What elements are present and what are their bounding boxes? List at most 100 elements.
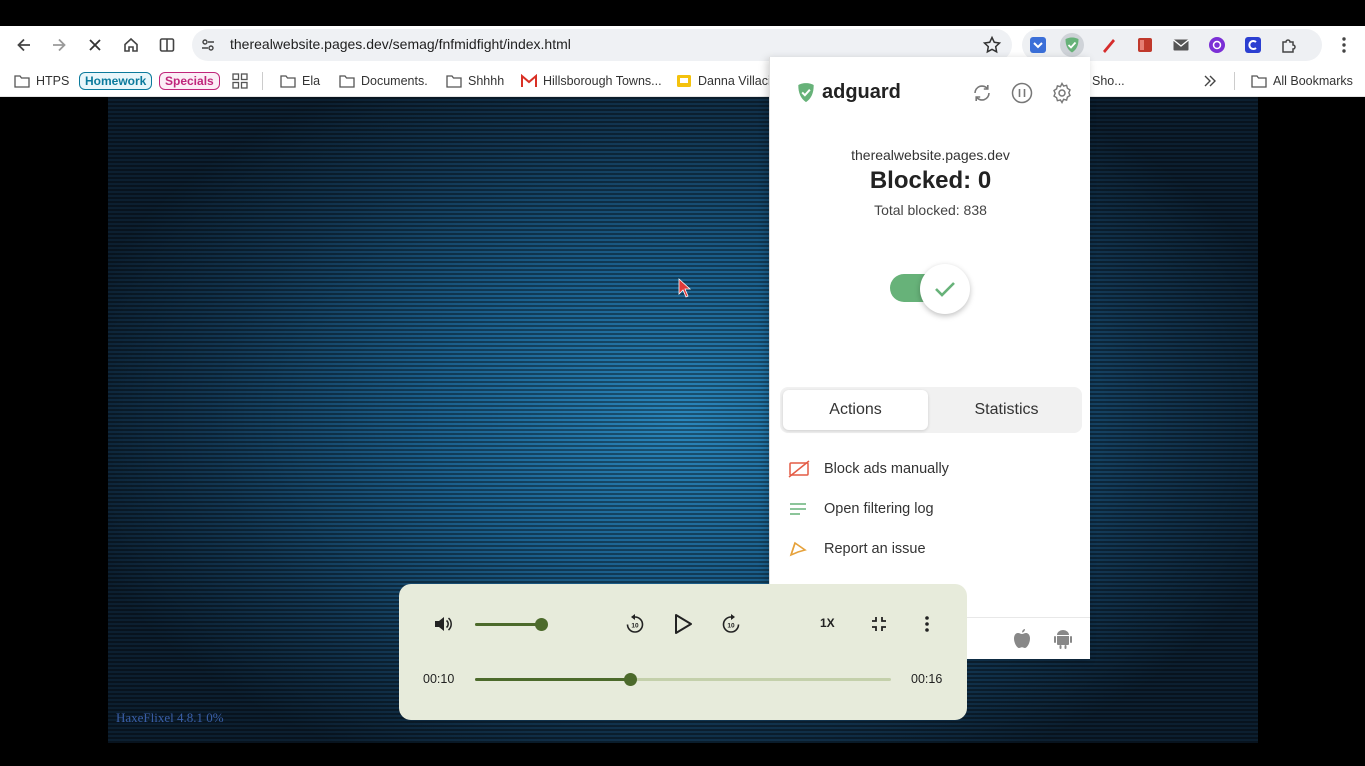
side-panel-icon [159,38,175,52]
gear-icon [1053,82,1071,104]
side-panel-button[interactable] [151,29,183,61]
kebab-menu-icon [925,616,929,632]
list-icon [790,503,806,515]
bookmark-specials[interactable]: Specials [159,71,220,91]
back-button[interactable] [8,29,40,61]
bookmark-label: Homework [79,72,153,90]
bookmark-label: Shhhh [468,74,505,88]
bookmark-label: Specials [159,72,220,90]
exit-fullscreen-button[interactable] [865,610,893,638]
apple-icon[interactable] [1012,628,1032,650]
mute-button[interactable] [429,610,457,638]
report-icon [789,541,807,557]
block-ad-icon [788,460,810,478]
adguard-popup: adguard therealwebsite.pages.dev Blocked… [769,57,1090,659]
forward-10-button[interactable]: 10 [717,610,745,638]
tab-actions[interactable]: Actions [783,390,928,430]
close-icon [89,39,101,51]
checkmark-icon [935,282,955,297]
pause-icon [1011,82,1033,104]
volume-fill [475,623,541,626]
action-label: Report an issue [824,541,926,557]
kebab-menu-icon [1342,37,1346,53]
settings-button[interactable] [1050,81,1074,105]
bookmark-label: Documents. [361,74,428,88]
forward-10-icon: 10 [722,614,740,633]
pocket-icon [1030,37,1046,53]
volume-icon [435,617,452,631]
purple-circle-icon [1209,37,1225,53]
bookmark-shhhh[interactable]: Shhhh [446,71,504,91]
bookmark-star-icon[interactable] [982,35,1002,55]
url-text[interactable]: therealwebsite.pages.dev/semag/fnfmidfig… [230,36,571,52]
tab-statistics[interactable]: Statistics [934,390,1079,430]
media-controls: 10 10 1X 00:10 00:16 [399,584,967,720]
play-icon [675,614,692,634]
ext-book[interactable] [1133,33,1157,57]
rewind-10-button[interactable]: 10 [621,610,649,638]
ext-purple[interactable] [1205,33,1229,57]
open-filtering-log-item[interactable]: Open filtering log [788,497,934,521]
folder-icon [446,75,462,88]
svg-text:10: 10 [631,623,639,630]
block-ads-manually-item[interactable]: Block ads manually [788,457,949,481]
seek-thumb[interactable] [624,673,637,686]
refresh-button[interactable] [970,81,994,105]
more-options-button[interactable] [913,610,941,638]
browser-toolbar: therealwebsite.pages.dev/semag/fnfmidfig… [0,26,1365,64]
apps-button[interactable] [232,71,254,91]
bookmark-label: HTPS [36,74,70,88]
android-icon[interactable] [1052,628,1074,650]
pen-icon [1103,39,1115,53]
seek-progress [475,678,630,681]
report-issue-item[interactable]: Report an issue [788,537,926,561]
puzzle-icon [1282,39,1296,53]
browser-menu-button[interactable] [1328,29,1360,61]
bookmark-htps[interactable]: HTPS [14,71,69,91]
bookmarks-overflow-button[interactable] [1204,71,1222,91]
apps-grid-icon [232,73,248,89]
window-top-bar [0,0,1365,26]
bookmark-hillsborough[interactable]: Hillsborough Towns... [521,71,662,91]
playback-speed-button[interactable]: 1X [820,616,835,630]
bookmark-danna[interactable]: Danna Villaci [676,71,771,91]
classroom-icon [677,75,691,87]
protection-toggle-knob[interactable] [920,264,970,314]
ext-mail[interactable] [1169,33,1193,57]
home-icon [124,37,138,52]
bookmark-label: Ela [302,74,321,88]
adguard-brand: adguard [822,81,901,103]
site-domain: therealwebsite.pages.dev [851,147,1010,163]
all-bookmarks-button[interactable]: All Bookmarks [1251,71,1353,91]
loading-text: HaxeFlixel 4.8.1 0% [116,710,224,725]
ext-c[interactable] [1241,33,1265,57]
action-label: Block ads manually [824,461,949,477]
double-chevron-icon [1204,75,1216,87]
pause-protection-button[interactable] [1010,81,1034,105]
ext-pocket[interactable] [1026,33,1050,57]
bookmark-homework[interactable]: Homework [79,71,153,91]
ext-adguard[interactable] [1060,33,1084,57]
bookmark-label: Sho... [1092,74,1125,88]
replay-10-icon: 10 [626,614,644,633]
volume-thumb[interactable] [535,618,548,631]
adguard-tabs: Actions Statistics [780,387,1082,433]
bookmarks-bar: HTPS Homework Specials Ela Documents. Sh… [0,64,1365,97]
mail-icon [1173,39,1189,51]
forward-button[interactable] [43,29,75,61]
stop-button[interactable] [79,29,111,61]
ext-puzzle[interactable] [1277,33,1301,57]
folder-icon [1251,75,1267,88]
seek-bar[interactable] [475,673,891,686]
adguard-shield-icon [798,82,814,102]
volume-slider[interactable] [475,618,548,631]
play-button[interactable] [669,610,697,638]
gmail-icon [521,74,537,87]
home-button[interactable] [115,29,147,61]
bookmarks-divider [262,72,263,90]
site-info-icon[interactable] [200,37,216,53]
bookmark-sho[interactable]: Sho... [1092,71,1125,91]
bookmark-documents[interactable]: Documents. [339,71,428,91]
ext-pen[interactable] [1097,33,1121,57]
bookmark-ela[interactable]: Ela [280,71,320,91]
